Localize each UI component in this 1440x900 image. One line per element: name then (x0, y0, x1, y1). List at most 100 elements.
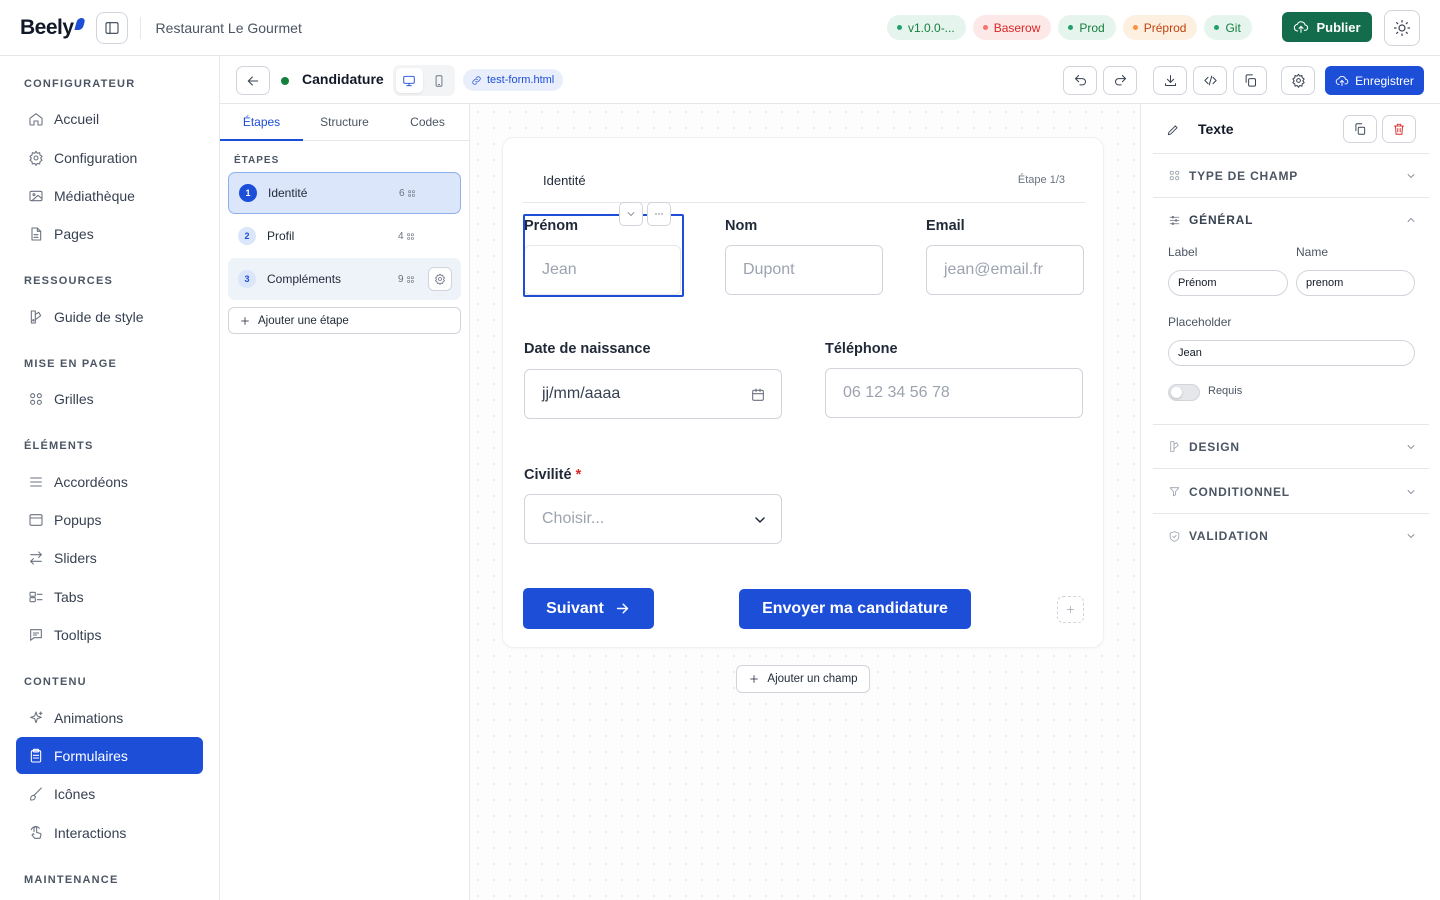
sidebar-item-grilles[interactable]: Grilles (16, 380, 203, 417)
sliders-icon (1169, 215, 1180, 225)
step-name: Identité (268, 186, 308, 200)
sidebar: CONFIGURATEUR Accueil Configuration Médi… (0, 56, 220, 900)
cloud-upload-icon (1294, 21, 1309, 33)
sidebar-item-guide-de-style[interactable]: Guide de style (16, 298, 203, 335)
tab-structure[interactable]: Structure (303, 104, 386, 140)
required-toggle[interactable] (1168, 384, 1200, 401)
undo-button[interactable] (1063, 66, 1097, 95)
theme-toggle-button[interactable] (1384, 10, 1420, 46)
name-input[interactable]: prenom (1296, 270, 1415, 296)
accordion-validation[interactable]: VALIDATION (1153, 514, 1429, 558)
sidebar-item-interactions[interactable]: Interactions (16, 814, 203, 851)
placeholder-input[interactable]: Jean (1168, 340, 1415, 366)
email-field[interactable]: jean@email.fr (926, 245, 1084, 295)
dob-field[interactable]: jj/mm/aaaa (524, 369, 782, 419)
badge-preprod[interactable]: Préprod (1122, 15, 1198, 40)
sidebar-toggle-button[interactable] (95, 11, 128, 44)
fields-icon (406, 275, 414, 283)
sidebar-item-sliders[interactable]: Sliders (16, 539, 203, 576)
tab-codes[interactable]: Codes (386, 104, 469, 140)
step-field-count: 6 (399, 188, 416, 199)
message-icon (30, 628, 42, 641)
accordion-conditional[interactable]: CONDITIONNEL (1153, 470, 1429, 514)
next-button[interactable]: Suivant (523, 588, 654, 629)
add-field-button[interactable]: Ajouter un champ (736, 665, 870, 693)
sun-icon (1393, 19, 1411, 37)
editor-toolbar: Candidature test-form.html Enregistrer (220, 56, 1440, 104)
field-type-title: Texte (1198, 121, 1234, 137)
save-button[interactable]: Enregistrer (1325, 66, 1424, 95)
sidebar-item-tooltips[interactable]: Tooltips (16, 616, 203, 653)
sidebar-item-tabs[interactable]: Tabs (16, 578, 203, 615)
accordion-design[interactable]: DESIGN (1153, 425, 1429, 469)
mobile-view-button[interactable] (426, 68, 453, 93)
civilite-select[interactable]: Choisir... (524, 494, 782, 544)
sidebar-item-popups[interactable]: Popups (16, 501, 203, 538)
badge-baserow[interactable]: Baserow (972, 15, 1052, 40)
sidebar-item-animations[interactable]: Animations (16, 699, 203, 736)
badge-git[interactable]: Git (1204, 15, 1252, 40)
phone-icon (435, 74, 443, 87)
field-more-button[interactable] (647, 202, 671, 226)
delete-field-button[interactable] (1382, 115, 1416, 143)
step-item-profil[interactable]: 2 Profil 4 (228, 215, 461, 257)
sparkle-icon (30, 710, 43, 723)
step-item-complements[interactable]: 3 Compléments 9 (228, 258, 461, 300)
file-icon (31, 226, 42, 241)
code-button[interactable] (1193, 66, 1227, 95)
duplicate-field-button[interactable] (1343, 115, 1377, 143)
placeholder-caption: Placeholder (1168, 315, 1232, 329)
tabs-icon (29, 591, 43, 602)
step-header: Identité Étape 1/3 (523, 166, 1085, 203)
step-field-count: 4 (398, 231, 415, 242)
sidebar-item-icones[interactable]: Icônes (16, 775, 203, 812)
chevron-down-icon (1407, 445, 1415, 449)
redo-button[interactable] (1103, 66, 1137, 95)
calendar-icon[interactable] (750, 387, 766, 403)
accordion-field-type[interactable]: TYPE DE CHAMP (1153, 154, 1429, 198)
step-settings-button[interactable] (428, 267, 452, 291)
form-name: Candidature (302, 71, 384, 87)
accordion-general[interactable]: GÉNÉRAL (1153, 198, 1429, 242)
sidebar-item-configuration[interactable]: Configuration (16, 139, 203, 176)
sidebar-item-pages[interactable]: Pages (16, 215, 203, 252)
duplicate-button[interactable] (1233, 66, 1267, 95)
label-input[interactable]: Prénom (1168, 270, 1288, 296)
top-bar: Beely Restaurant Le Gourmet v1.0.0-... B… (0, 0, 1440, 56)
step-item-identite[interactable]: 1 Identité 6 (228, 172, 461, 214)
download-button[interactable] (1153, 66, 1187, 95)
tab-etapes[interactable]: Étapes (220, 104, 303, 141)
add-inline-button[interactable] (1057, 596, 1084, 623)
badge-prod[interactable]: Prod (1058, 15, 1116, 40)
plus-icon (750, 675, 759, 683)
grid-icon (30, 392, 42, 405)
badge-version[interactable]: v1.0.0-... (887, 15, 966, 40)
form-status-dot (281, 77, 289, 85)
sidebar-item-mediatheque[interactable]: Médiathèque (16, 177, 203, 214)
download-icon (1164, 75, 1176, 86)
step-number: 2 (238, 227, 256, 245)
chevron-down-icon (1407, 174, 1415, 178)
publish-button[interactable]: Publier (1282, 12, 1372, 42)
sidebar-item-accordeons[interactable]: Accordéons (16, 463, 203, 500)
monitor-icon (403, 75, 415, 86)
tel-field[interactable]: 06 12 34 56 78 (825, 368, 1083, 418)
settings-button[interactable] (1281, 66, 1315, 95)
status-dot (1214, 25, 1220, 30)
brand-logo[interactable]: Beely (20, 16, 86, 40)
nom-field[interactable]: Dupont (725, 245, 883, 295)
collapse-field-button[interactable] (619, 202, 643, 226)
file-link[interactable]: test-form.html (463, 69, 564, 91)
sidebar-item-accueil[interactable]: Accueil (16, 100, 203, 137)
selected-field-outline[interactable] (523, 214, 684, 297)
brand-mark-icon (73, 17, 86, 30)
status-dot (1068, 25, 1074, 30)
back-button[interactable] (236, 66, 270, 95)
desktop-view-button[interactable] (396, 68, 423, 93)
step-field-count: 9 (398, 274, 415, 285)
status-dot (982, 25, 988, 30)
steps-panel: Étapes Structure Codes ÉTAPES 1 Identité… (220, 104, 470, 900)
sidebar-item-formulaires[interactable]: Formulaires (16, 737, 203, 774)
submit-button[interactable]: Envoyer ma candidature (739, 589, 971, 629)
add-step-button[interactable]: Ajouter une étape (228, 307, 461, 334)
